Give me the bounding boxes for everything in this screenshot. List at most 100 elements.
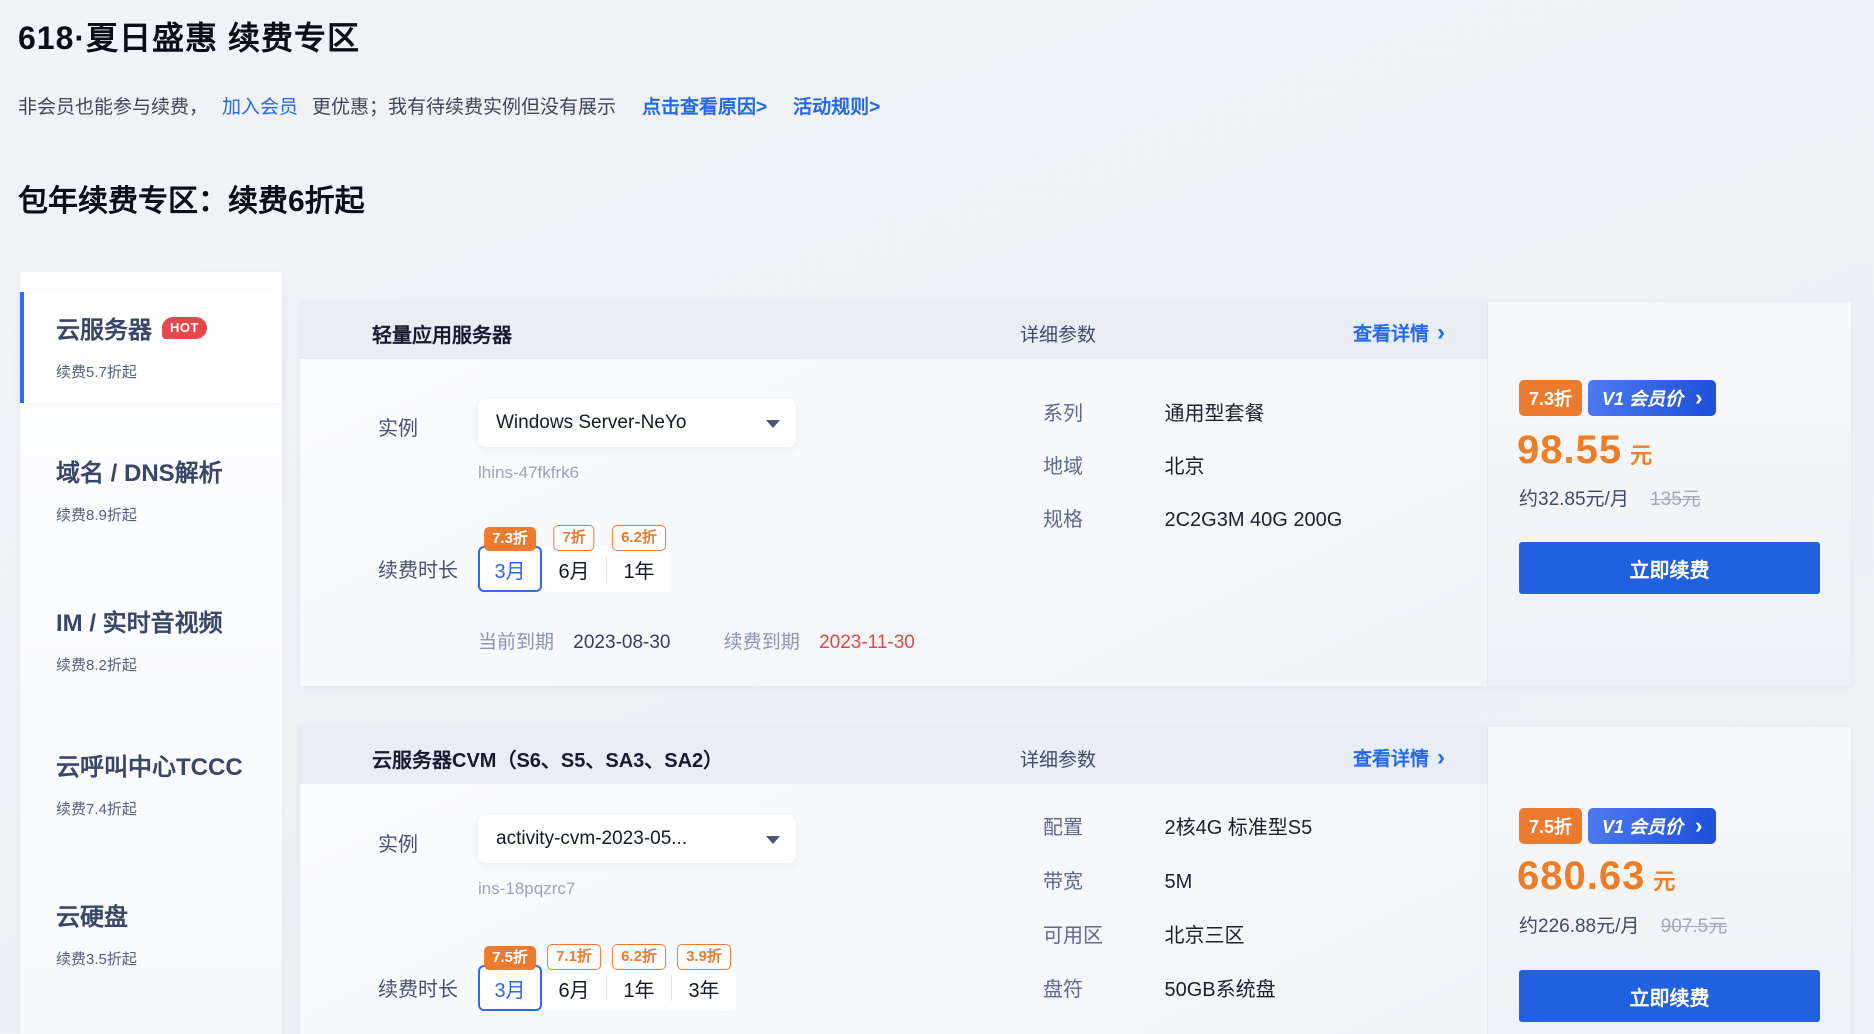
spec-row: 地域 北京: [1043, 450, 1204, 479]
sidebar-item-sub: 续费8.9折起: [56, 504, 282, 525]
sidebar-item-label: IM / 实时音视频: [56, 603, 223, 638]
duration-option-3m[interactable]: 7.5折 3月: [478, 965, 542, 1011]
discount-badge: 7.5折: [484, 946, 536, 970]
spec-value: 通用型套餐: [1164, 403, 1264, 425]
duration-option-3y[interactable]: 3.9折 3年: [672, 965, 736, 1011]
spec-row: 配置 2核4G 标准型S5: [1043, 811, 1312, 840]
duration-selector: 7.5折 3月 7.1折 6月 6.2折 1年 3.9折 3年: [478, 965, 736, 1011]
renew-now-button[interactable]: 立即续费: [1519, 970, 1820, 1022]
instance-id: ins-18pqzrc7: [478, 879, 575, 899]
hot-badge: HOT: [162, 317, 207, 339]
caret-down-icon: [766, 420, 780, 428]
caret-down-icon: [766, 836, 780, 844]
spec-value: 50GB系统盘: [1164, 979, 1275, 1001]
instance-select-value: Windows Server-NeYo: [496, 412, 686, 434]
discount-badge: 7折: [553, 525, 594, 551]
sidebar-item-label: 云呼叫中心TCCC: [56, 747, 243, 782]
instance-select[interactable]: activity-cvm-2023-05...: [478, 815, 796, 863]
params-label: 详细参数: [1020, 320, 1096, 347]
spec-row: 盘符 50GB系统盘: [1043, 973, 1276, 1002]
card-title: 云服务器CVM（S6、S5、SA3、SA2）: [372, 744, 723, 773]
view-detail-link[interactable]: 查看详情 ›: [1353, 319, 1445, 346]
discount-badge: 7.1折: [547, 944, 601, 970]
duration-option-1y[interactable]: 6.2折 1年: [607, 546, 671, 592]
duration-option-label: 1年: [623, 555, 654, 584]
sidebar-item-cloud-server[interactable]: 云服务器 HOT 续费5.7折起: [20, 292, 282, 403]
chevron-right-icon: ›: [1695, 817, 1702, 835]
renew-now-button[interactable]: 立即续费: [1519, 542, 1820, 594]
spec-label: 系列: [1043, 397, 1160, 426]
spec-label: 带宽: [1043, 865, 1160, 894]
sidebar-item-tccc[interactable]: 云呼叫中心TCCC 续费7.4折起: [20, 747, 282, 819]
sidebar-item-sub: 续费3.5折起: [56, 948, 282, 969]
activity-rules-link[interactable]: 活动规则>: [793, 92, 880, 119]
original-price: 135元: [1650, 489, 1701, 510]
category-sidebar: 云服务器 HOT 续费5.7折起 域名 / DNS解析 续费8.9折起 IM /…: [20, 272, 282, 1034]
page-title: 618·夏日盛惠 续费专区: [18, 13, 360, 59]
chevron-right-icon: ›: [1695, 389, 1702, 407]
member-price-badge[interactable]: V1 会员价 ›: [1588, 808, 1716, 844]
expiry-row: 当前到期 2023-08-30 续费到期 2023-11-30: [478, 627, 915, 654]
duration-option-label: 3年: [688, 974, 719, 1003]
subtitle-text: 非会员也能参与续费，: [18, 92, 208, 119]
duration-option-6m[interactable]: 7.1折 6月: [542, 965, 606, 1011]
duration-option-3m[interactable]: 7.3折 3月: [478, 546, 542, 592]
current-expiry-date: 2023-08-30: [573, 632, 670, 653]
spec-label: 盘符: [1043, 973, 1160, 1002]
sidebar-item-cbs[interactable]: 云硬盘 续费3.5折起: [20, 897, 282, 969]
sidebar-item-sub: 续费7.4折起: [56, 798, 282, 819]
duration-option-label: 3月: [494, 555, 525, 584]
current-expiry-label: 当前到期: [478, 632, 554, 653]
renew-expiry-label: 续费到期: [724, 632, 800, 653]
instance-label: 实例: [378, 412, 418, 441]
spec-row: 带宽 5M: [1043, 865, 1192, 894]
price-amount: 98.55: [1517, 428, 1622, 473]
instance-select[interactable]: Windows Server-NeYo: [478, 399, 796, 447]
duration-option-6m[interactable]: 7折 6月: [542, 546, 606, 592]
price-panel: 7.3折 V1 会员价 › 98.55 元 约32.85元/月 135元 立即续…: [1487, 302, 1851, 686]
spec-row: 规格 2C2G3M 40G 200G: [1043, 503, 1342, 532]
member-price-label: V1 会员价: [1602, 813, 1683, 839]
sidebar-item-im[interactable]: IM / 实时音视频 续费8.2折起: [20, 603, 282, 675]
original-price: 907.5元: [1661, 916, 1728, 937]
join-member-link[interactable]: 加入会员: [222, 92, 298, 119]
subtitle: 非会员也能参与续费， 加入会员 更优惠；我有待续费实例但没有展示 点击查看原因>…: [18, 92, 880, 119]
spec-value: 2C2G3M 40G 200G: [1164, 509, 1342, 531]
spec-row: 可用区 北京三区: [1043, 919, 1244, 948]
card-title: 轻量应用服务器: [372, 319, 512, 348]
sidebar-item-label: 云硬盘: [56, 897, 128, 932]
discount-badge: 6.2折: [612, 525, 666, 551]
spec-label: 配置: [1043, 811, 1160, 840]
chevron-right-icon: ›: [1437, 323, 1445, 342]
product-card-cvm: 云服务器CVM（S6、S5、SA3、SA2） 详细参数 查看详情 › 实例 ac…: [300, 727, 1851, 1034]
price-amount: 680.63: [1517, 854, 1645, 899]
view-reason-link[interactable]: 点击查看原因>: [642, 92, 767, 119]
duration-selector: 7.3折 3月 7折 6月 6.2折 1年: [478, 546, 671, 592]
sidebar-item-label: 云服务器: [56, 310, 152, 345]
view-detail-link[interactable]: 查看详情 ›: [1353, 744, 1445, 771]
discount-badge: 6.2折: [612, 944, 666, 970]
duration-option-label: 1年: [623, 974, 654, 1003]
monthly-price: 约32.85元/月: [1519, 489, 1629, 510]
duration-option-label: 3月: [494, 974, 525, 1003]
spec-value: 5M: [1164, 871, 1192, 893]
view-detail-label: 查看详情: [1353, 319, 1429, 346]
duration-option-1y[interactable]: 6.2折 1年: [607, 965, 671, 1011]
price-unit: 元: [1630, 438, 1652, 470]
renew-expiry-date: 2023-11-30: [819, 632, 915, 653]
duration-option-label: 6月: [558, 974, 589, 1003]
spec-value: 2核4G 标准型S5: [1164, 817, 1312, 839]
price-unit: 元: [1653, 864, 1675, 896]
subtitle-text-2: 更优惠；我有待续费实例但没有展示: [312, 92, 616, 119]
sidebar-item-dns[interactable]: 域名 / DNS解析 续费8.9折起: [20, 453, 282, 525]
section-heading: 包年续费专区：续费6折起: [18, 176, 365, 220]
duration-label: 续费时长: [378, 554, 458, 583]
member-price-badge[interactable]: V1 会员价 ›: [1588, 380, 1716, 416]
instance-select-value: activity-cvm-2023-05...: [496, 828, 687, 850]
spec-value: 北京: [1164, 456, 1204, 478]
card-header: 轻量应用服务器 详细参数 查看详情 ›: [300, 302, 1487, 359]
price-discount-badge: 7.3折: [1519, 380, 1582, 416]
params-label: 详细参数: [1020, 745, 1096, 772]
member-price-label: V1 会员价: [1602, 385, 1683, 411]
instance-label: 实例: [378, 828, 418, 857]
